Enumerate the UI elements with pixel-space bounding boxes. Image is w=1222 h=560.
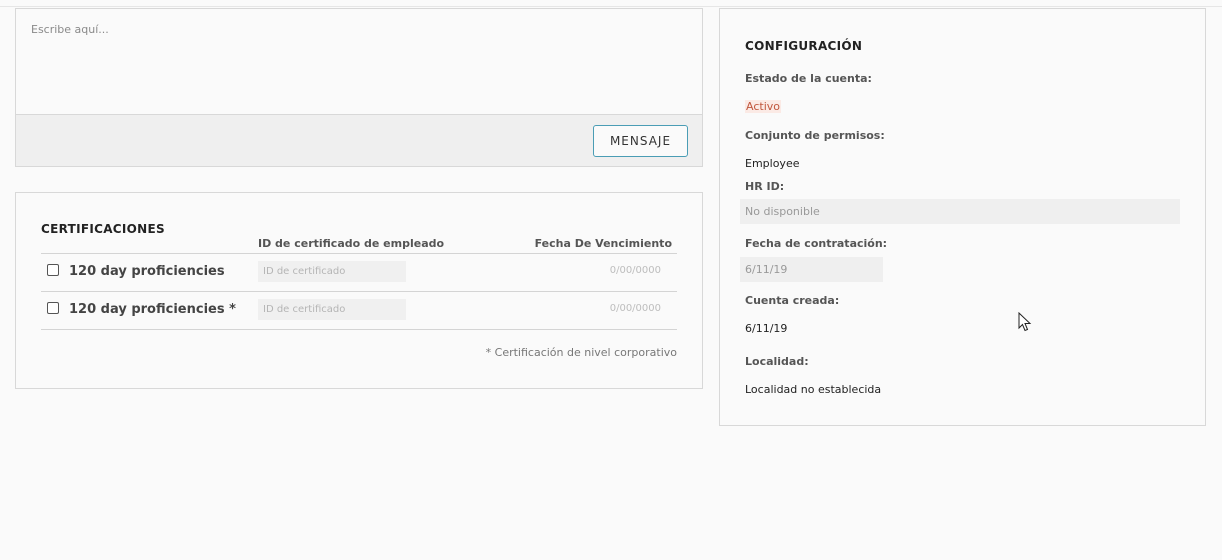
account-created-label: Cuenta creada: bbox=[745, 294, 840, 307]
certification-row: 120 day proficiencies * 0/00/0000 bbox=[41, 292, 677, 330]
permissions-value: Employee bbox=[745, 157, 800, 170]
divider bbox=[41, 329, 677, 330]
certification-checkbox[interactable] bbox=[47, 302, 59, 314]
certification-row: 120 day proficiencies 0/00/0000 bbox=[41, 254, 677, 292]
column-header-certificate-id: ID de certificado de empleado bbox=[258, 237, 445, 250]
account-status-badge: Activo bbox=[745, 100, 781, 113]
configuration-card: CONFIGURACIÓN Estado de la cuenta: Activ… bbox=[719, 8, 1206, 426]
location-label: Localidad: bbox=[745, 355, 809, 368]
expiration-date[interactable]: 0/00/0000 bbox=[610, 265, 661, 276]
top-divider bbox=[0, 6, 1222, 7]
certifications-card: CERTIFICACIONES ID de certificado de emp… bbox=[15, 192, 703, 389]
certification-name: 120 day proficiencies bbox=[69, 264, 225, 279]
certificate-id-input[interactable] bbox=[258, 261, 406, 282]
message-composer: MENSAJE bbox=[15, 8, 703, 167]
certifications-title: CERTIFICACIONES bbox=[41, 222, 165, 236]
column-header-expiration-date: Fecha De Vencimiento bbox=[534, 237, 672, 250]
hr-id-label: HR ID: bbox=[745, 180, 785, 193]
hire-date-label: Fecha de contratación: bbox=[745, 237, 888, 250]
account-created-value: 6/11/19 bbox=[745, 322, 788, 335]
certificate-id-input[interactable] bbox=[258, 299, 406, 320]
message-footer: MENSAJE bbox=[16, 114, 702, 166]
certification-checkbox[interactable] bbox=[47, 264, 59, 276]
hr-id-field: No disponible bbox=[740, 199, 1180, 224]
account-status-label: Estado de la cuenta: bbox=[745, 72, 872, 85]
configuration-title: CONFIGURACIÓN bbox=[745, 39, 863, 53]
expiration-date[interactable]: 0/00/0000 bbox=[610, 303, 661, 314]
corporate-certification-note: * Certificación de nivel corporativo bbox=[485, 346, 677, 359]
send-message-button[interactable]: MENSAJE bbox=[593, 125, 688, 157]
permissions-label: Conjunto de permisos: bbox=[745, 129, 885, 142]
mouse-cursor-icon bbox=[1018, 312, 1032, 332]
certification-name: 120 day proficiencies * bbox=[69, 302, 236, 317]
hire-date-field: 6/11/19 bbox=[740, 257, 883, 282]
message-input[interactable] bbox=[16, 9, 702, 114]
location-value: Localidad no establecida bbox=[745, 383, 882, 396]
